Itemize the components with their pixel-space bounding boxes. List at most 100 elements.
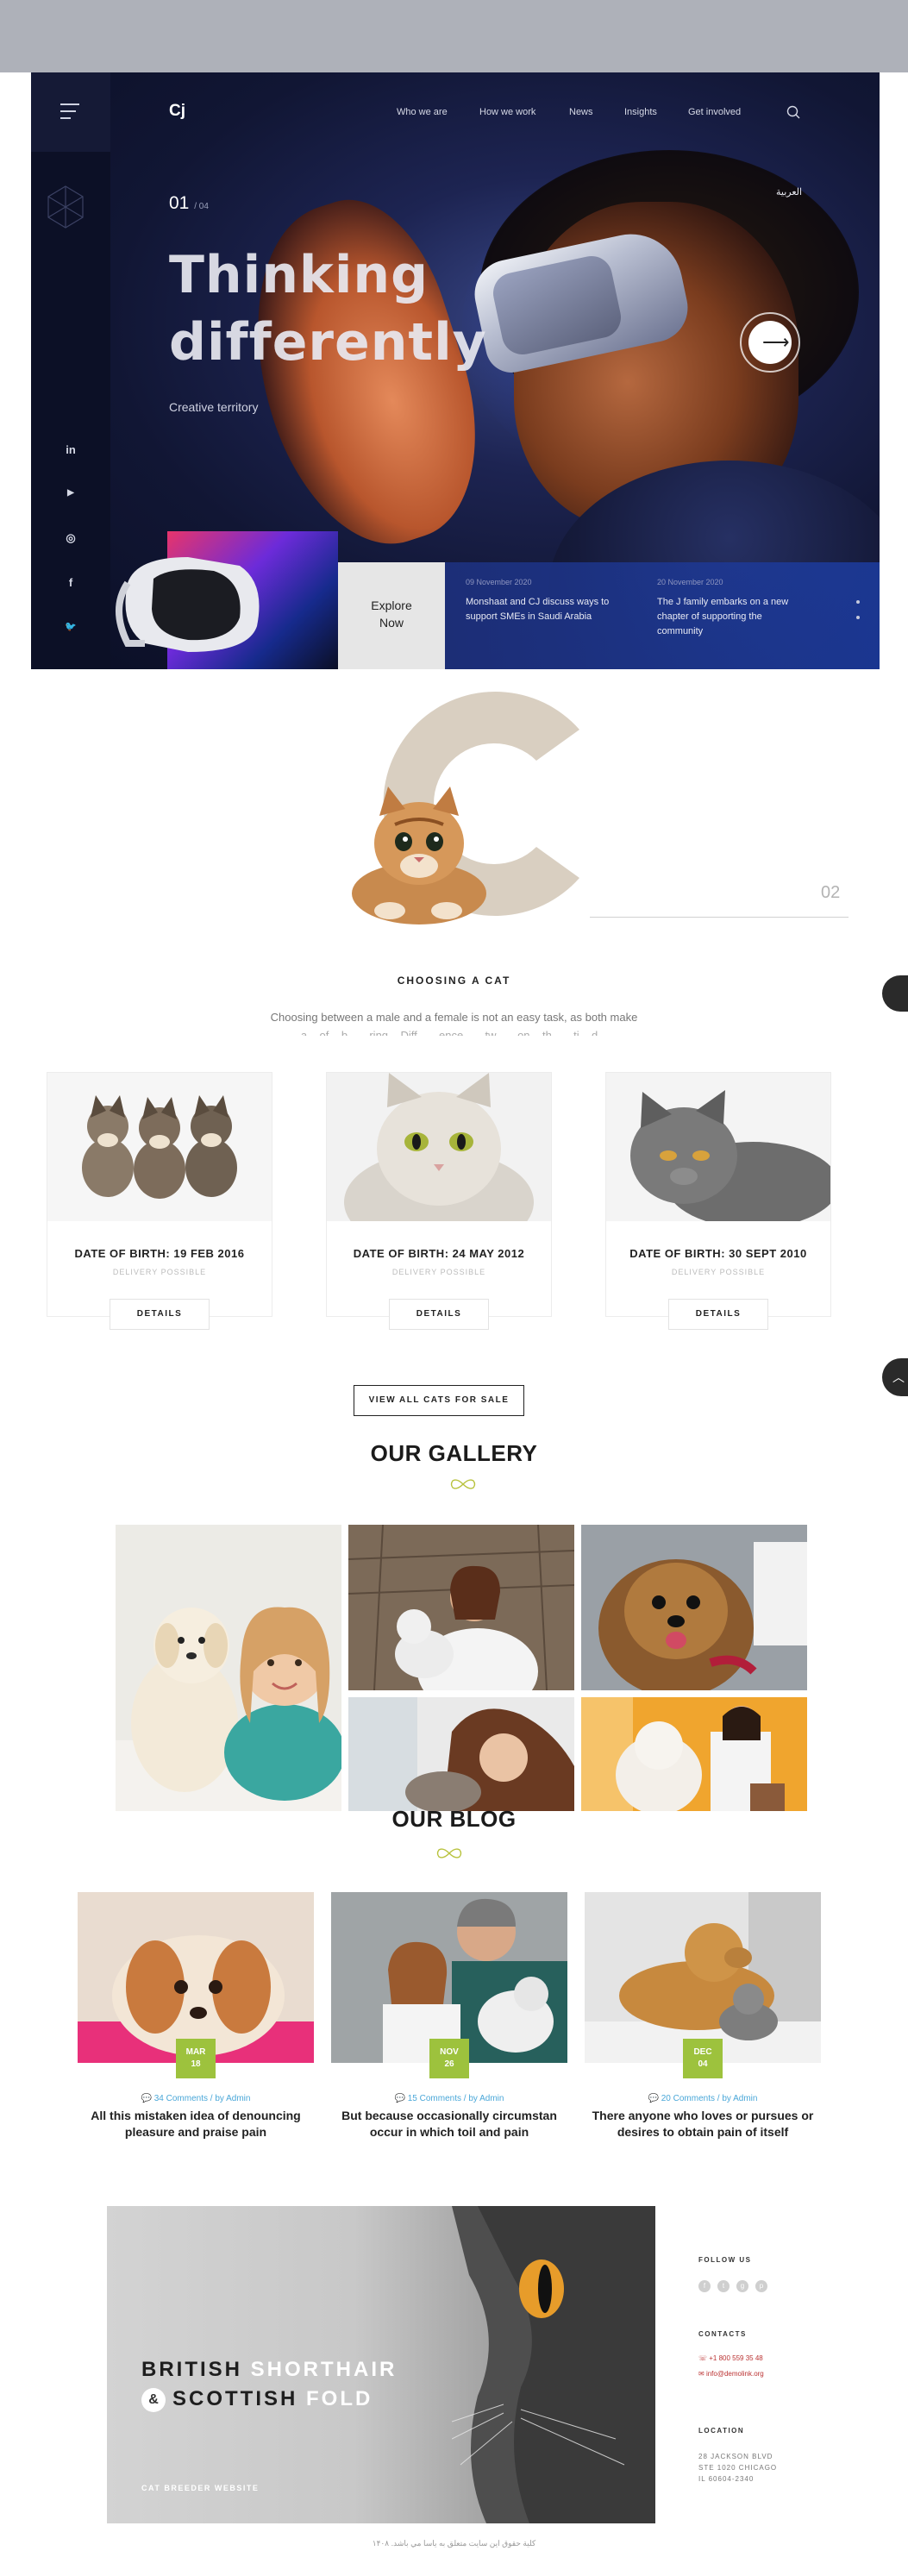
nav-how-we-work[interactable]: How we work — [479, 107, 535, 117]
banner-tagline: CAT BREEDER WEBSITE — [141, 2484, 260, 2492]
breeder-banner: BRITISH SHORTHAIR & SCOTTISH FOLD CAT BRE… — [107, 2206, 655, 2523]
next-slide-circle: ⟶ — [748, 321, 792, 364]
cat-face-image — [452, 2206, 655, 2523]
white-cat-image — [327, 1073, 551, 1221]
location-heading: LOCATION — [698, 2427, 745, 2435]
facebook-icon[interactable]: f — [62, 576, 79, 589]
gallery-image-yorkie[interactable] — [581, 1525, 807, 1690]
hero-person-hand — [215, 179, 511, 569]
slide-total: / 04 — [194, 202, 209, 211]
brand-logo[interactable]: Cj — [169, 102, 185, 121]
news-date: 09 November 2020 — [466, 578, 532, 586]
explore-label-line1: Explore — [371, 599, 412, 612]
banner-title-line2: & SCOTTISH FOLD — [141, 2387, 373, 2412]
twitter-icon[interactable]: 🐦 — [62, 621, 79, 632]
cat-delivery-status: DELIVERY POSSIBLE — [391, 1268, 486, 1276]
scroll-top-button[interactable]: ︿ — [882, 1358, 908, 1396]
choosing-paragraph: Choosing between a male and a female is … — [270, 1011, 638, 1024]
gallery-image-girl-puppy[interactable] — [116, 1525, 341, 1811]
email-address: info@demolink.org — [705, 2370, 764, 2378]
address-line: IL 60604-2340 — [698, 2475, 755, 2483]
post-title[interactable]: All this mistaken idea of denouncing ple… — [78, 2108, 314, 2140]
post-title[interactable]: There anyone who loves or pursues or des… — [585, 2108, 821, 2140]
linkedin-icon[interactable]: in — [62, 443, 79, 456]
date-day: 04 — [698, 2059, 708, 2069]
news-date: 20 November 2020 — [657, 578, 723, 586]
news-pagination[interactable] — [856, 600, 860, 631]
hero-subtitle: Creative territory — [169, 400, 259, 414]
phone-number: +1 800 559 35 48 — [709, 2354, 763, 2362]
post-meta[interactable]: 💬 34 Comments / by Admin — [78, 2094, 314, 2103]
cat-birthdate: DATE OF BIRTH: 30 SEPT 2010 — [629, 1247, 807, 1260]
hero-title-line2: differently — [169, 312, 487, 373]
explore-now-button[interactable]: Explore Now — [338, 562, 445, 669]
nav-get-involved[interactable]: Get involved — [688, 107, 741, 117]
phone-link[interactable]: ☏ +1 800 559 35 48 — [698, 2354, 763, 2362]
facebook-icon[interactable]: f — [698, 2280, 711, 2292]
grey-cat-image — [606, 1073, 830, 1221]
address-line: 28 JACKSON BLVD — [698, 2453, 773, 2460]
date-day: 18 — [191, 2059, 201, 2069]
cat-delivery-status: DELIVERY POSSIBLE — [112, 1268, 207, 1276]
dog-cat-post-image — [585, 1892, 821, 2063]
nav-who-we-are[interactable]: Who we are — [397, 107, 448, 117]
slide-counter: 01 / 04 — [169, 193, 209, 214]
date-badge: DEC 04 — [683, 2039, 723, 2078]
cat-card: DATE OF BIRTH: 30 SEPT 2010 DELIVERY POS… — [605, 1072, 831, 1330]
news-link[interactable]: The J family embarks on a new chapter of… — [657, 595, 804, 639]
kitten-image — [352, 787, 486, 924]
family-cat-post-image — [331, 1892, 567, 2063]
twitter-icon[interactable]: t — [717, 2280, 730, 2292]
view-all-cats-button[interactable]: VIEW ALL CATS FOR SALE — [354, 1385, 524, 1416]
hamburger-line-icon — [60, 117, 71, 119]
date-month: NOV — [440, 2047, 459, 2057]
post-meta-text: 34 Comments / by Admin — [153, 2094, 251, 2103]
section-number: 02 — [821, 883, 841, 902]
footer-social-icons: ftgp — [698, 2277, 774, 2292]
post-meta[interactable]: 💬 20 Comments / by Admin — [585, 2094, 821, 2103]
language-switch[interactable]: العربية — [776, 186, 802, 197]
gallery-image-vet-dog[interactable] — [348, 1525, 574, 1690]
next-slide-button[interactable]: ⟶ — [740, 312, 800, 373]
email-link[interactable]: ✉ info@demolink.org — [698, 2370, 764, 2378]
post-meta-text: 20 Comments / by Admin — [661, 2094, 758, 2103]
contacts-heading: CONTACTS — [698, 2330, 747, 2338]
side-toggle-button[interactable] — [882, 975, 908, 1012]
post-title[interactable]: But because occasionally circumstan occu… — [331, 2108, 567, 2140]
banner-word: BRITISH — [141, 2358, 251, 2381]
ampersand-badge: & — [141, 2387, 166, 2412]
post-meta-text: 15 Comments / by Admin — [407, 2094, 504, 2103]
post-meta[interactable]: 💬 15 Comments / by Admin — [331, 2094, 567, 2103]
puppy-post-image — [78, 1892, 314, 2063]
details-button[interactable]: DETAILS — [389, 1299, 489, 1330]
banner-word-accent: FOLD — [306, 2387, 373, 2410]
gallery-image-woman-cat[interactable] — [348, 1697, 574, 1811]
youtube-icon[interactable]: ▶ — [62, 488, 79, 498]
banner-word: SCOTTISH — [172, 2387, 307, 2410]
instagram-icon[interactable]: ◎ — [62, 531, 79, 545]
gallery-image-vet-poodle[interactable] — [581, 1697, 807, 1811]
section-divider — [590, 917, 849, 918]
nav-insights[interactable]: Insights — [624, 107, 657, 117]
menu-button[interactable] — [31, 72, 110, 152]
banner-word-accent: SHORTHAIR — [250, 2358, 398, 2381]
slide-current: 01 — [169, 193, 190, 213]
address-line: STE 1020 CHICAGO — [698, 2464, 778, 2472]
pinterest-icon[interactable]: p — [755, 2280, 767, 2292]
explore-label-line2: Now — [379, 616, 404, 630]
date-day: 26 — [444, 2059, 454, 2069]
arrow-right-icon: ⟶ — [762, 331, 790, 353]
details-button[interactable]: DETAILS — [110, 1299, 210, 1330]
molecule-icon — [47, 185, 84, 229]
nav-news[interactable]: News — [569, 107, 593, 117]
date-month: MAR — [185, 2047, 206, 2057]
bow-divider-icon — [450, 1479, 476, 1489]
details-button[interactable]: DETAILS — [668, 1299, 768, 1330]
google-plus-icon[interactable]: g — [736, 2280, 748, 2292]
chevron-up-icon: ︿ — [892, 1370, 905, 1384]
date-badge: NOV 26 — [429, 2039, 469, 2078]
bow-divider-icon — [436, 1848, 462, 1858]
kittens-image — [47, 1073, 272, 1221]
search-icon[interactable] — [786, 105, 800, 119]
news-link[interactable]: Monshaat and CJ discuss ways to support … — [466, 595, 612, 624]
